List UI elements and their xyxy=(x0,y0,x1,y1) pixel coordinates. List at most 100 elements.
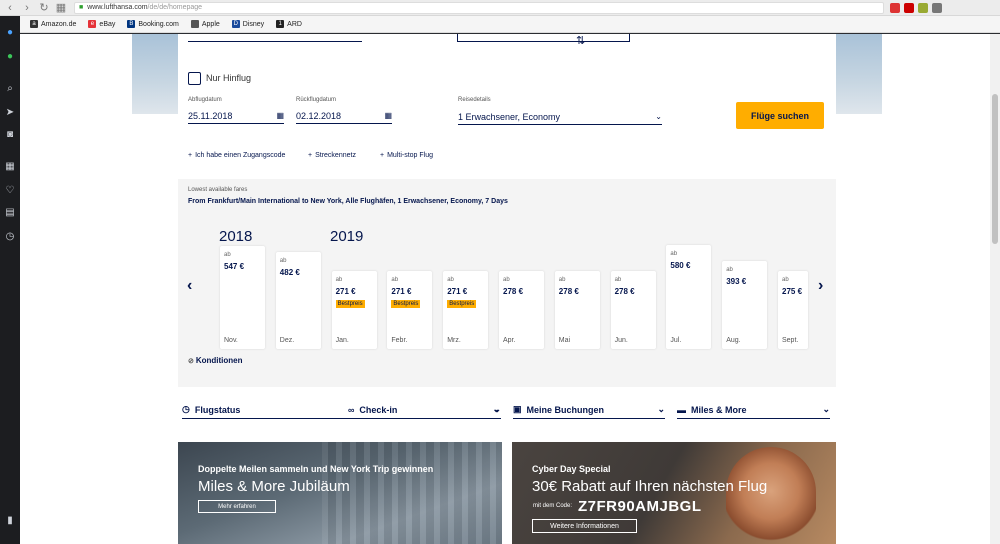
return-date-value: 02.12.2018 xyxy=(296,110,342,121)
news-icon[interactable]: ▤ xyxy=(3,206,17,220)
bookmark-label: ARD xyxy=(287,20,302,28)
miles-and-more-menu[interactable]: ▬ Miles & More ⌄ xyxy=(677,401,830,419)
fare-month: Mai xyxy=(558,337,571,344)
fare-card-1[interactable]: ab 482 € Dez. xyxy=(275,252,321,349)
page-scrollbar[interactable] xyxy=(990,34,1000,544)
multi-stop-link[interactable]: + Multi-stop Flug xyxy=(380,152,433,159)
fare-price: 482 € xyxy=(279,268,300,277)
fare-card-7[interactable]: ab 278 € Jun. xyxy=(610,271,656,349)
extension-icon[interactable] xyxy=(904,2,914,13)
fare-card-9[interactable]: ab 393 € Aug. xyxy=(722,261,768,349)
forward-icon[interactable]: › xyxy=(20,1,34,15)
previous-arrow-icon[interactable]: ‹ xyxy=(187,277,192,295)
reload-icon[interactable]: ↻ xyxy=(37,1,51,15)
access-code-link[interactable]: + Ich habe einen Zugangscode xyxy=(188,152,285,159)
conditions-link[interactable]: ⊘ Konditionen xyxy=(188,356,242,365)
my-bookings-menu[interactable]: ▣ Meine Buchungen ⌄ xyxy=(513,401,665,419)
depart-label: Abflugdatum xyxy=(188,97,222,103)
messenger-icon[interactable]: ● xyxy=(3,26,17,40)
conditions-label: Konditionen xyxy=(195,356,243,365)
link-label: Streckennetz xyxy=(315,152,356,159)
tabs-grid-icon[interactable]: ▦ xyxy=(54,1,68,15)
miles-anniversary-promo[interactable]: Doppelte Meilen sammeln und New York Tri… xyxy=(178,442,502,544)
fare-month: Sept. xyxy=(782,337,799,344)
one-way-checkbox[interactable] xyxy=(188,72,201,85)
disney-icon: D xyxy=(231,20,240,28)
cyber-day-promo[interactable]: Cyber Day Special 30€ Rabatt auf Ihren n… xyxy=(512,442,836,544)
fare-card-8[interactable]: ab 580 € Jul. xyxy=(666,245,712,349)
learn-more-button[interactable]: Mehr erfahren xyxy=(198,500,276,513)
fare-card-10[interactable]: ab 275 € Sept. xyxy=(778,271,808,349)
back-icon[interactable]: ‹ xyxy=(3,1,17,15)
fare-price: 278 € xyxy=(558,287,579,296)
extension-icon[interactable] xyxy=(918,2,928,13)
fare-price: 271 € xyxy=(447,287,468,296)
send-icon[interactable]: ➤ xyxy=(3,106,17,120)
chevron-down-icon: ⌄ xyxy=(657,404,665,414)
fare-month: Jul. xyxy=(670,337,682,344)
search-icon[interactable]: ⌕ xyxy=(3,82,17,96)
menu-label: Miles & More xyxy=(691,404,747,415)
browser-sidebar: ● ● ⌕ ➤ ◙ ▦ ♡ ▤ ◷ ▮ xyxy=(0,16,20,544)
binoculars-icon: ∞ xyxy=(348,404,355,415)
bookmark-apple[interactable]: Apple xyxy=(190,20,220,28)
fare-price: 271 € xyxy=(335,287,356,296)
calendar-icon[interactable]: ▦ xyxy=(276,111,284,120)
address-bar[interactable]: ■ www.lufthansa.com /de/de/homepage xyxy=(74,1,884,14)
url-host: www.lufthansa.com xyxy=(87,4,148,11)
depart-date-value: 25.11.2018 xyxy=(188,110,233,121)
lowest-fares-section: Lowest available fares From Frankfurt/Ma… xyxy=(178,179,836,387)
bookmark-booking[interactable]: B Booking.com xyxy=(127,20,179,28)
bookmark-amazon[interactable]: a Amazon.de xyxy=(30,20,76,28)
scrollbar-thumb[interactable] xyxy=(992,94,998,244)
travel-details-select[interactable]: 1 Erwachsener, Economy ⌄ xyxy=(458,109,662,125)
fare-price: 393 € xyxy=(726,277,747,286)
miles-icon: ▬ xyxy=(677,404,686,415)
sidebar-toggle-icon[interactable]: ▮ xyxy=(3,514,17,528)
calendar-icon[interactable]: ▦ xyxy=(384,111,392,120)
extension-icon[interactable] xyxy=(890,2,900,13)
search-flights-button[interactable]: Flüge suchen xyxy=(736,102,824,129)
chevron-down-icon: ⌄ xyxy=(822,404,830,414)
fare-card-0[interactable]: ab 547 € Nov. xyxy=(220,246,265,349)
bookmark-ebay[interactable]: e eBay xyxy=(88,20,115,28)
fare-card-3[interactable]: ab 271 € Bestpreis Febr. xyxy=(387,271,433,349)
fare-month: Mrz. xyxy=(447,337,461,344)
bookmark-disney[interactable]: D Disney xyxy=(231,20,264,28)
history-icon[interactable]: ◷ xyxy=(3,230,17,244)
promo-subtitle: Cyber Day Special xyxy=(532,464,611,474)
check-in-menu[interactable]: ∞ Check-in ⌄ xyxy=(348,401,501,419)
heart-icon[interactable]: ♡ xyxy=(3,184,17,198)
ebay-icon: e xyxy=(88,20,97,28)
from-label: ab xyxy=(447,277,454,283)
whatsapp-icon[interactable]: ● xyxy=(3,50,17,64)
more-info-button[interactable]: Weitere Informationen xyxy=(532,519,637,533)
route-network-link[interactable]: + Streckennetz xyxy=(308,152,356,159)
bookmark-label: Apple xyxy=(201,20,220,28)
promo-code-label: mit dem Code: xyxy=(533,503,573,509)
bookmark-ard[interactable]: 1 ARD xyxy=(276,20,302,28)
fare-price: 278 € xyxy=(503,287,524,296)
fare-card-5[interactable]: ab 278 € Apr. xyxy=(499,271,544,349)
fare-card-2[interactable]: ab 271 € Bestpreis Jan. xyxy=(331,271,377,349)
fare-month: Jun. xyxy=(614,337,628,344)
page-content: ⇅ Nur Hinflug Abflugdatum 25.11.2018 ▦ R… xyxy=(20,34,990,544)
from-label: ab xyxy=(558,277,566,283)
apps-grid-icon[interactable]: ▦ xyxy=(3,160,17,174)
from-label: ab xyxy=(782,277,789,283)
promo-title: 30€ Rabatt auf Ihren nächsten Flug xyxy=(532,478,768,495)
fare-card-6[interactable]: ab 278 € Mai xyxy=(554,271,600,349)
fare-month: Nov. xyxy=(224,337,238,344)
next-arrow-icon[interactable]: › xyxy=(818,277,823,295)
download-icon[interactable] xyxy=(932,2,942,13)
depart-date-field[interactable]: 25.11.2018 ▦ xyxy=(188,108,284,124)
fare-price: 278 € xyxy=(614,287,635,296)
booking-icon: B xyxy=(127,20,136,28)
origin-field[interactable] xyxy=(188,34,362,42)
fare-price: 580 € xyxy=(670,261,691,270)
return-date-field[interactable]: 02.12.2018 ▦ xyxy=(296,108,392,124)
camera-icon[interactable]: ◙ xyxy=(3,128,17,142)
destination-field[interactable] xyxy=(457,34,630,42)
best-price-badge: Bestpreis xyxy=(335,300,365,308)
fare-card-4[interactable]: ab 271 € Bestpreis Mrz. xyxy=(443,271,489,349)
